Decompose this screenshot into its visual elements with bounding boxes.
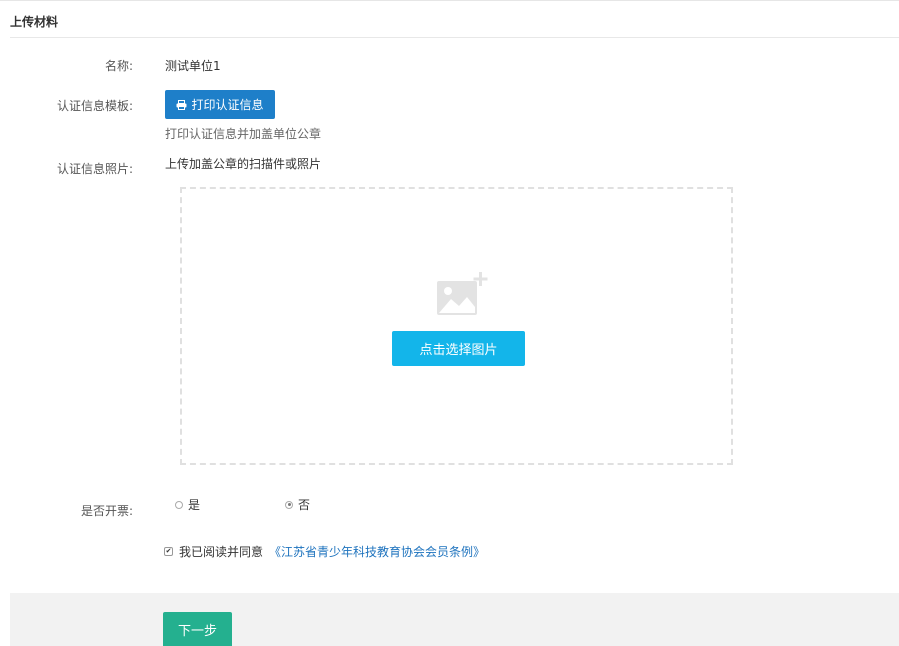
photo-hint: 上传加盖公章的扫描件或照片 — [165, 157, 322, 171]
name-label: 名称: — [104, 59, 133, 73]
image-upload-area[interactable]: 点击选择图片 — [180, 187, 733, 465]
agree-text: 我已阅读并同意 — [179, 545, 264, 559]
print-hint: 打印认证信息并加盖单位公章 — [165, 127, 322, 141]
form-footer: 下一步 — [10, 593, 899, 646]
photo-label: 认证信息照片: — [56, 162, 133, 176]
print-certification-button[interactable]: 打印认证信息 — [165, 90, 275, 119]
title-divider — [10, 37, 899, 38]
next-step-button[interactable]: 下一步 — [163, 612, 232, 646]
invoice-option-yes[interactable]: 是 — [175, 496, 200, 513]
printer-icon — [176, 99, 187, 110]
agree-checkbox[interactable]: ✔ — [164, 547, 173, 556]
top-border — [0, 0, 899, 1]
choose-image-button[interactable]: 点击选择图片 — [392, 331, 525, 366]
radio-no-label: 否 — [298, 498, 311, 512]
membership-rules-link[interactable]: 《江苏省青少年科技教育协会会员条例》 — [269, 543, 485, 560]
invoice-label: 是否开票: — [80, 504, 133, 518]
radio-yes-label: 是 — [188, 498, 201, 512]
invoice-option-no[interactable]: 否 — [285, 496, 310, 513]
image-add-icon — [437, 272, 488, 315]
name-value: 测试单位1 — [165, 59, 221, 73]
agreement-row: ✔ 我已阅读并同意 《江苏省青少年科技教育协会会员条例》 — [164, 543, 485, 560]
radio-no[interactable] — [285, 500, 293, 509]
print-button-label: 打印认证信息 — [191, 98, 264, 112]
template-label: 认证信息模板: — [56, 99, 133, 113]
radio-yes[interactable] — [175, 500, 183, 509]
section-title: 上传材料 — [10, 15, 59, 29]
